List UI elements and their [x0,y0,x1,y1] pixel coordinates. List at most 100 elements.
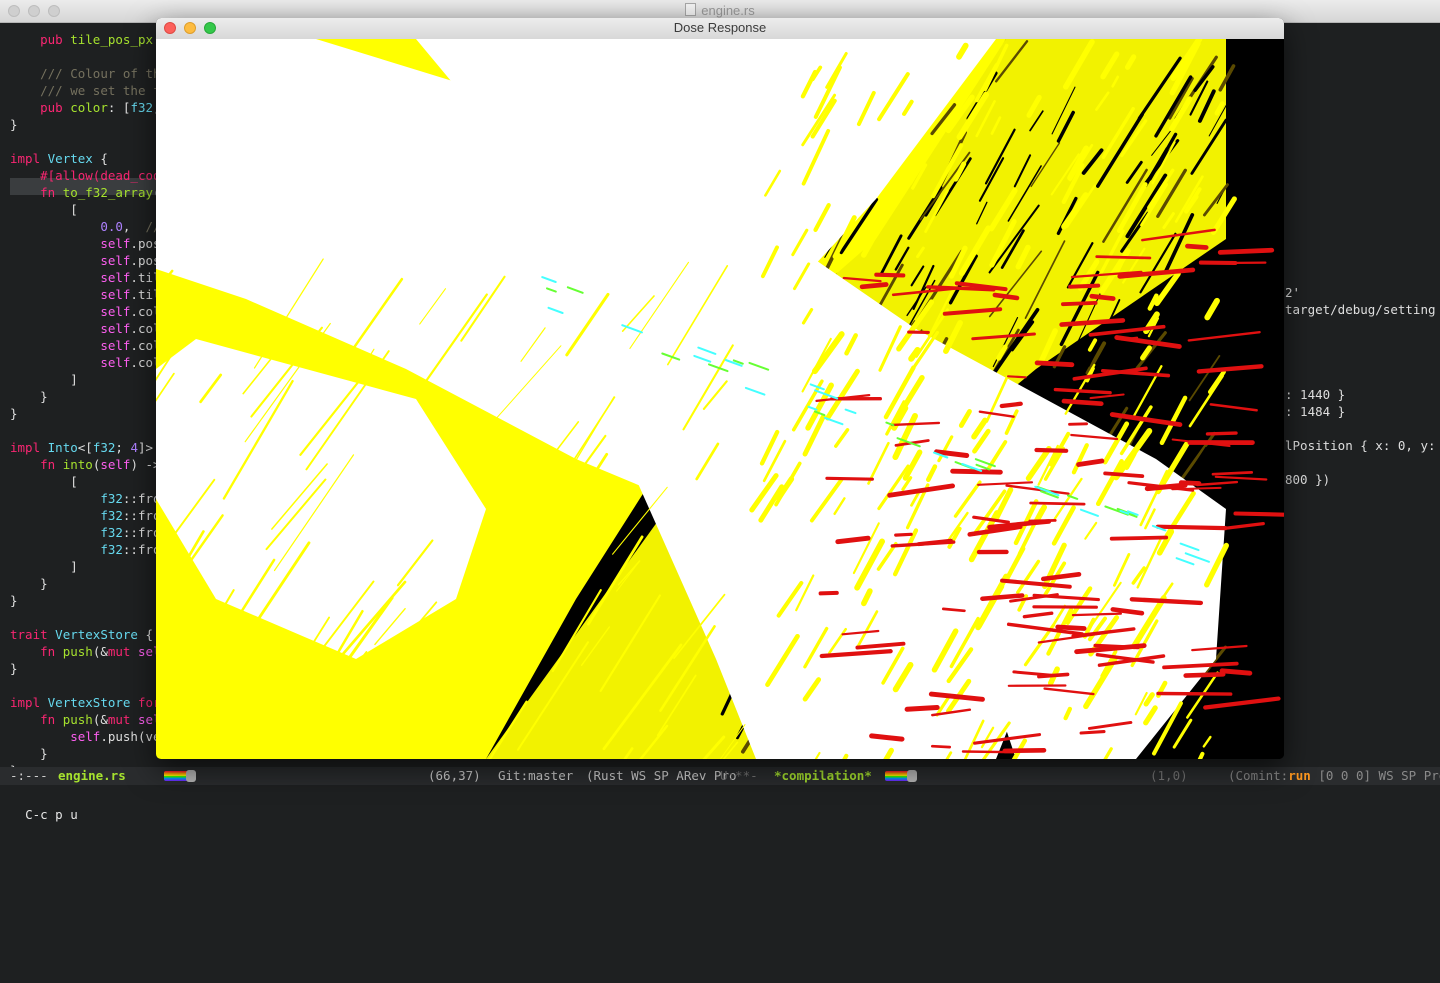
red-streak [943,609,964,611]
code-line: self.pos_ [10,252,168,269]
code-line: self.pos_ [10,235,168,252]
minibuffer[interactable]: C-c p u [0,785,1440,806]
compilation-line: : 1440 } [1285,386,1345,403]
code-line: ] [10,558,78,575]
code-line: self.colo [10,320,168,337]
minibuffer-text: C-c p u [25,807,78,822]
red-streak [1063,303,1096,304]
code-line: } [10,660,18,677]
red-streak [1208,433,1237,434]
dose-titlebar[interactable]: Dose Response [156,18,1284,40]
modeline-right-buffer[interactable]: *compilation* [774,767,872,785]
red-streak [827,478,873,479]
code-line: } [10,405,18,422]
compilation-line: : 1484 } [1285,403,1345,420]
red-streak [896,534,912,535]
code-line: self.push(ver [10,728,168,745]
red-streak [1213,472,1252,474]
red-streak [1037,363,1072,365]
code-line: impl Vertex { [10,150,108,167]
compilation-line: 800 }) [1285,471,1330,488]
code-line: trait VertexStore { [10,626,153,643]
red-streak [1058,627,1085,629]
code-line: f32::from [10,524,168,541]
red-streak [838,538,868,542]
code-line: pub tile_pos_px: [10,31,161,48]
code-line: #[allow(dead_code [10,167,168,184]
code-line: /// we set the fi [10,82,168,99]
red-streak [821,593,837,594]
modeline-git-branch[interactable]: Git:master [498,767,573,785]
red-streak [876,275,903,276]
nyan-progress-icon [164,771,190,781]
code-line: } [10,575,48,592]
red-streak [1092,296,1113,298]
modeline: -:--- engine.rs (66,37) Git:master (Rust… [0,767,1440,785]
compilation-line: lPosition { x: 0, y: ↩ [1285,437,1440,454]
code-line: fn push(&mut self [10,643,168,660]
red-streak [1031,503,1084,504]
red-streak [872,736,902,739]
red-streak [1037,450,1067,451]
red-streak [862,285,886,287]
code-line: f32::from [10,490,168,507]
code-line: pub color: [f32; [10,99,161,116]
modeline-right-modes[interactable]: (Comint:run [0 0 0] WS SP Proj [1228,767,1440,785]
code-line: impl Into<[f32; 4]> f [10,439,168,456]
red-streak [963,752,1013,753]
code-line: } [10,388,48,405]
code-line: self.tile [10,286,168,303]
modeline-major-modes[interactable]: (Rust WS SP ARev Pro [586,767,737,785]
code-line: fn push(&mut self [10,711,168,728]
red-streak [1002,404,1021,406]
red-streak [1186,674,1224,675]
modeline-right-position: (1,0) [1150,767,1188,785]
red-streak [1220,250,1272,252]
render-canvas[interactable] [156,39,1284,759]
red-streak [995,295,1017,298]
code-line: } [10,592,18,609]
red-streak [1064,401,1101,404]
red-streak [1008,376,1026,377]
red-streak [907,708,937,710]
code-line: /// Colour of the [10,65,168,82]
red-streak [1095,646,1138,648]
red-streak [1070,286,1098,287]
code-line: } [10,745,48,762]
dose-window-title: Dose Response [156,20,1284,35]
code-line: f32::from [10,541,168,558]
nyan-progress-icon-right [885,771,911,781]
modeline-position: (66,37) [428,767,481,785]
code-line: } [10,116,18,133]
code-line: impl VertexStore for [10,694,161,711]
document-icon [685,3,696,16]
red-streak [1158,694,1231,695]
code-line: self.tile [10,269,168,286]
red-streak [1005,750,1044,751]
red-streak [953,471,1001,472]
red-streak [1187,246,1206,247]
red-streak [1081,732,1104,733]
code-line: ] [10,371,78,388]
modeline-state: -:--- [10,767,48,785]
red-streak [982,596,1022,599]
red-streak [932,746,949,747]
window-title: engine.rs [0,3,1440,18]
code-line: fn into(self) -> [10,456,161,473]
code-line: f32::from [10,507,168,524]
modeline-buffer-name[interactable]: engine.rs [58,767,126,785]
red-streak [1070,424,1087,425]
code-line: fn to_f32_array(& [10,184,168,201]
red-streak [1097,257,1150,258]
code-line: self.colo [10,354,168,371]
code-line: self.colo [10,303,168,320]
red-streak [1073,614,1121,616]
red-streak [1112,538,1167,539]
dose-response-window[interactable]: Dose Response [156,18,1284,759]
compilation-line: target/debug/setting ↩ [1285,301,1440,318]
code-line: self.colo [10,337,168,354]
modeline-right-state: U:**- [720,767,758,785]
code-line: 0.0, // [10,218,161,235]
compilation-line: 2' [1285,284,1300,301]
code-line: [ [10,201,78,218]
